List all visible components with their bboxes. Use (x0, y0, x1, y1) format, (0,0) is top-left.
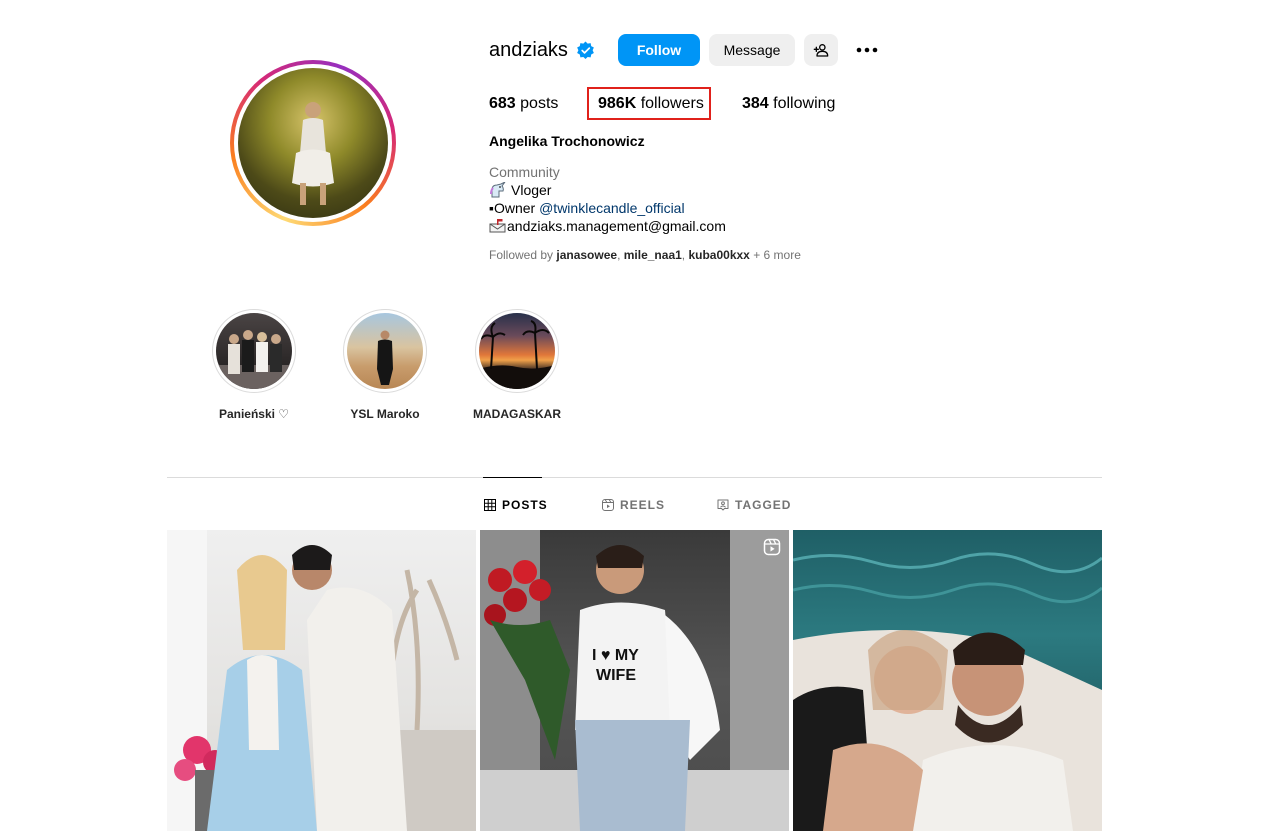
svg-text:WIFE: WIFE (596, 667, 636, 684)
bio-owner-prefix: ▪Owner (489, 200, 540, 216)
followers-highlight-box (587, 87, 711, 120)
highlight-cover-art (216, 330, 292, 389)
highlight-label: Panieński ♡ (218, 407, 290, 421)
svg-text:I ♥ MY: I ♥ MY (592, 647, 639, 664)
bio-email-text: andziaks.management@gmail.com (507, 218, 726, 234)
posts-label: posts (520, 95, 559, 112)
tab-tagged-label: TAGGED (735, 498, 792, 512)
post-image (167, 530, 476, 831)
highlight-item[interactable]: Panieński ♡ (209, 309, 299, 421)
highlight-label: YSL Maroko (350, 407, 420, 421)
username: andziaks (489, 38, 568, 61)
add-user-icon (813, 44, 829, 57)
follow-button[interactable]: Follow (618, 34, 700, 66)
followed-by-suffix: + 6 more (749, 248, 801, 262)
unicorn-icon (490, 181, 506, 198)
post-image: I ♥ MY WIFE (480, 530, 789, 831)
bio-line-vloger: Vloger (489, 181, 726, 199)
bio: Community Vloger ▪Owner @twinklecandle_o… (489, 163, 726, 235)
grid-icon (484, 499, 496, 511)
followed-by-user-3: kuba00kxx (688, 248, 750, 262)
followed-by-user-1: janasowee (556, 248, 618, 262)
posts-stat: 683 posts (489, 92, 558, 116)
avatar-figure (292, 102, 334, 205)
bio-line-email: andziaks.management@gmail.com (489, 217, 726, 235)
highlight-cover (479, 313, 555, 389)
highlight-cover (216, 313, 292, 389)
followed-by-user-2: mile_naa1 (623, 248, 682, 262)
reels-icon (602, 499, 614, 511)
tab-reels-label: REELS (620, 498, 666, 512)
tab-posts-label: POSTS (502, 498, 548, 512)
bio-vloger-text: Vloger (511, 182, 552, 198)
bio-owner-link[interactable]: @twinklecandle_official (539, 200, 684, 216)
highlight-label: MADAGASKAR (473, 407, 561, 421)
highlight-item[interactable]: MADAGASKAR (472, 309, 562, 421)
tagged-icon (717, 499, 729, 511)
verified-badge-icon (577, 40, 594, 59)
profile-avatar-ring[interactable] (230, 60, 396, 226)
post-thumbnail[interactable] (167, 530, 476, 831)
followed-by-prefix: Followed by (489, 248, 557, 262)
highlight-cover-art (377, 330, 393, 385)
message-button[interactable]: Message (709, 34, 795, 66)
tabs-divider (167, 477, 1102, 478)
following-stat[interactable]: 384 following (742, 92, 835, 116)
following-count: 384 (742, 95, 769, 112)
followed-by[interactable]: Followed by janasowee, mile_naa1, kuba00… (489, 248, 801, 262)
username-row: andziaks (489, 34, 595, 66)
full-name: Angelika Trochonowicz (489, 133, 645, 149)
profile-category: Community (489, 164, 560, 180)
mailbox-icon (489, 219, 506, 233)
highlight-cover-art (479, 320, 555, 389)
following-label: following (773, 95, 836, 112)
bio-line-owner: ▪Owner @twinklecandle_official (489, 199, 726, 217)
post-thumbnail[interactable]: I ♥ MY WIFE (480, 530, 789, 831)
suggested-users-button[interactable] (804, 34, 838, 66)
post-thumbnail[interactable] (793, 530, 1102, 831)
profile-avatar[interactable] (238, 68, 388, 218)
tab-posts[interactable]: POSTS (484, 497, 548, 513)
tab-tagged[interactable]: TAGGED (717, 497, 791, 513)
tab-reels[interactable]: REELS (602, 497, 665, 513)
more-options-icon (856, 47, 878, 53)
highlight-item[interactable]: YSL Maroko (340, 309, 430, 421)
reel-indicator-icon (763, 538, 781, 556)
highlight-cover (347, 313, 423, 389)
post-image (793, 552, 1102, 831)
active-tab-indicator (483, 477, 542, 478)
posts-count: 683 (489, 95, 516, 112)
more-options-button[interactable] (853, 38, 881, 62)
